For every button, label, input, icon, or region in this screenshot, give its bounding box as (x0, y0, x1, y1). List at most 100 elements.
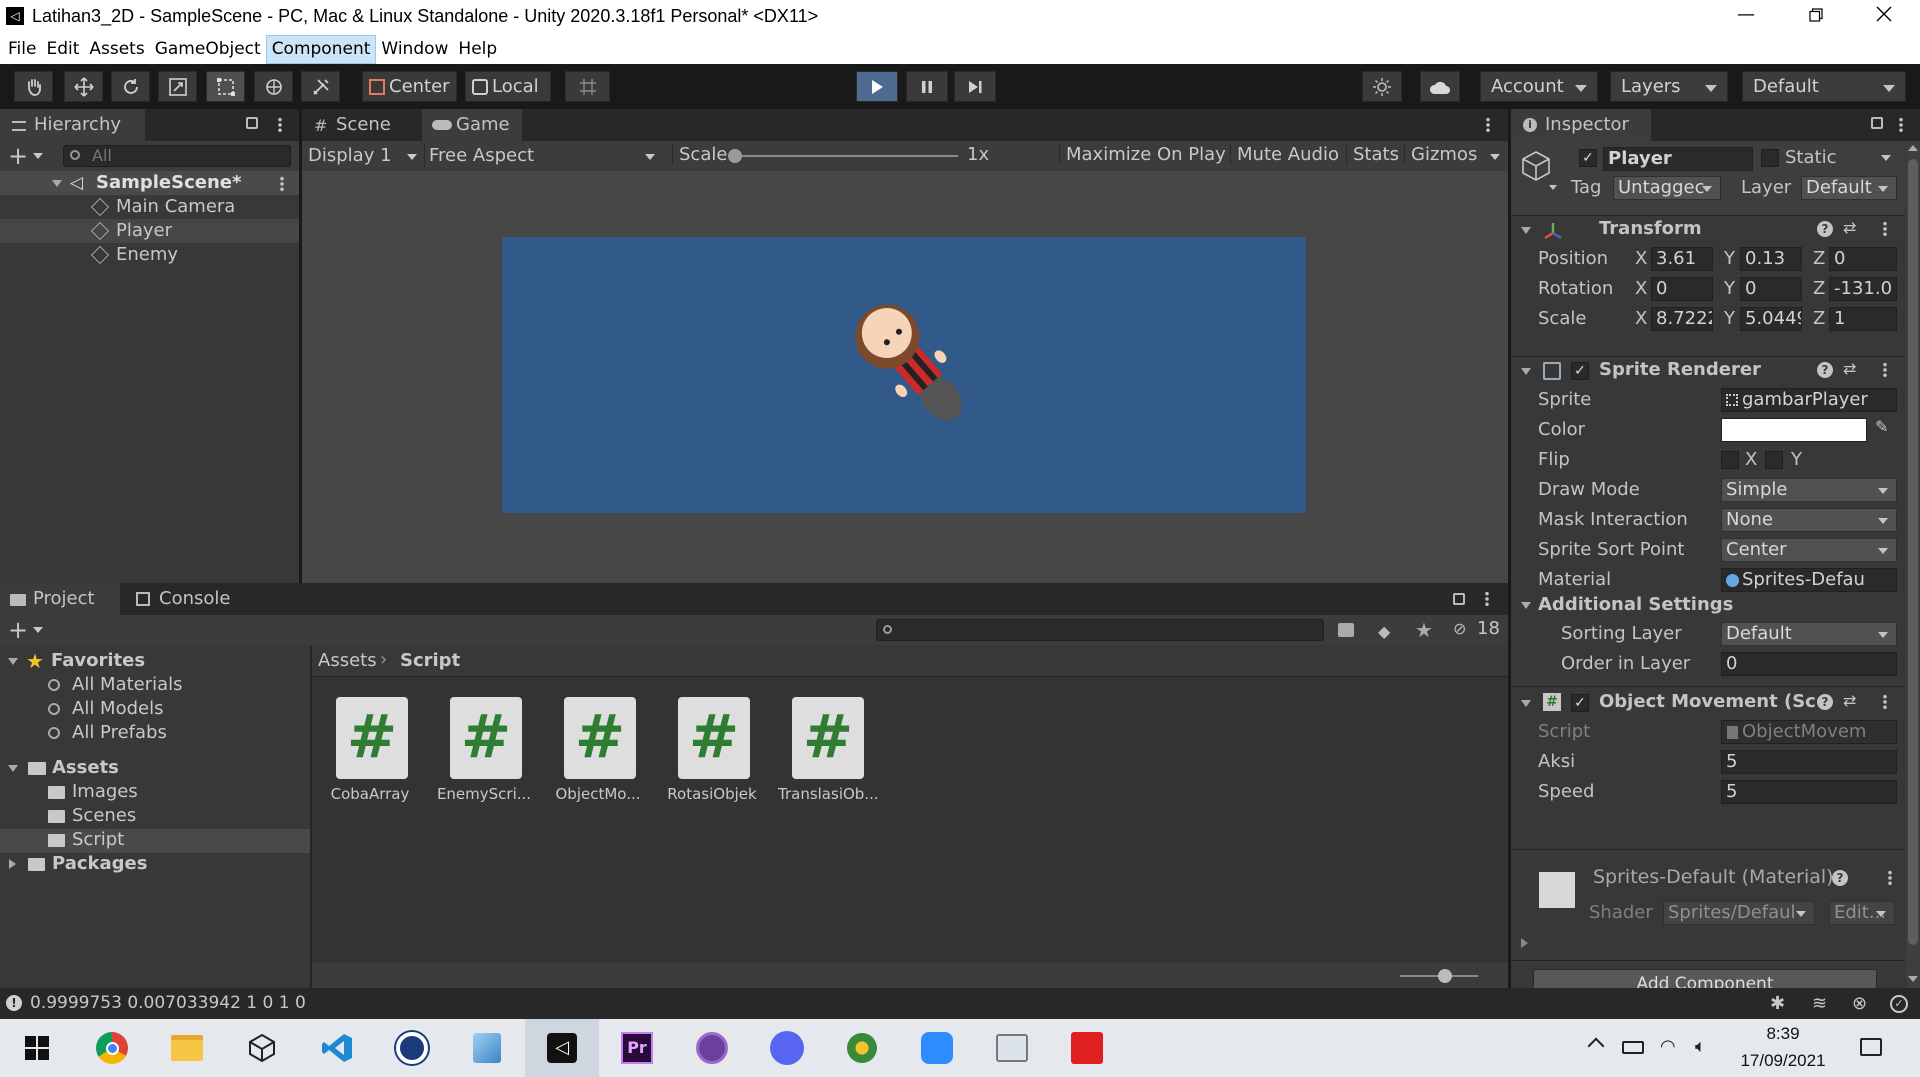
add-icon[interactable]: + (8, 142, 28, 170)
scroll-down-icon[interactable] (1908, 976, 1918, 982)
expand-arrow-icon[interactable] (9, 859, 16, 869)
menu-file[interactable]: File (3, 35, 41, 64)
rotation-y-field[interactable]: 0 (1740, 277, 1802, 301)
list-item[interactable]: Scenes (0, 805, 310, 829)
pivot-mode-button[interactable]: Center (362, 71, 457, 102)
scene-root-row[interactable]: ◁ SampleScene* (0, 171, 299, 195)
taskbar-premiere[interactable]: Pr (600, 1019, 674, 1077)
sprite-field[interactable]: gambarPlayer (1721, 388, 1897, 412)
menu-edit[interactable]: Edit (41, 35, 84, 64)
scale-x-field[interactable]: 8.7222 (1651, 307, 1713, 331)
lock-icon[interactable] (1871, 117, 1883, 129)
taskbar-unity-hub[interactable] (225, 1019, 299, 1077)
taskbar-acrobat[interactable] (1050, 1019, 1124, 1077)
rotation-z-field[interactable]: -131.0 (1829, 277, 1897, 301)
play-button[interactable] (856, 71, 898, 102)
menu-component[interactable]: Component (265, 35, 377, 64)
flip-y-checkbox[interactable] (1765, 451, 1783, 469)
asset-tile[interactable]: # RotasiObjek (664, 685, 760, 803)
breadcrumb-assets[interactable]: Assets (318, 650, 377, 671)
enabled-checkbox[interactable]: ✓ (1571, 694, 1589, 712)
aspect-dropdown[interactable]: Free Aspect (424, 144, 662, 168)
preset-icon[interactable]: ⇄ (1843, 691, 1856, 710)
mask-interaction-dropdown[interactable]: None (1721, 508, 1897, 532)
list-item[interactable]: Main Camera (0, 195, 299, 219)
battery-icon[interactable] (1622, 1041, 1644, 1054)
foldout-arrow-icon[interactable] (1521, 700, 1531, 707)
favorites-row[interactable]: ★ Favorites (0, 649, 310, 674)
static-chevron-down-icon[interactable] (1881, 155, 1891, 161)
tab-project[interactable]: Project (0, 583, 120, 615)
taskbar-app-11[interactable] (975, 1019, 1049, 1077)
material-field[interactable]: Sprites-Defau (1721, 568, 1897, 592)
scale-slider[interactable] (728, 149, 958, 163)
tag-dropdown[interactable]: Untaggec (1613, 176, 1721, 200)
speed-field[interactable]: 5 (1721, 780, 1897, 804)
list-item[interactable]: Player (0, 219, 299, 243)
additional-settings-header[interactable]: Additional Settings (1538, 594, 1733, 615)
component-menu-icon[interactable] (1883, 362, 1887, 378)
expand-arrow-icon[interactable] (1521, 938, 1528, 948)
slider-thumb[interactable] (1438, 969, 1452, 983)
icon-size-slider[interactable] (1400, 969, 1478, 983)
network-off-icon[interactable]: ⊗ (1852, 993, 1867, 1014)
preset-icon[interactable]: ⇄ (1843, 218, 1856, 237)
material-menu-icon[interactable] (1888, 870, 1892, 886)
taskbar-vscode[interactable] (300, 1019, 374, 1077)
move-tool-button[interactable] (64, 71, 103, 102)
edit-shader-button[interactable]: Edit... (1829, 901, 1895, 925)
breadcrumb-script[interactable]: Script (400, 650, 460, 671)
star-icon[interactable]: ★ (1415, 618, 1433, 642)
tag-icon[interactable]: ◆ (1378, 622, 1390, 641)
help-icon[interactable]: ? (1817, 362, 1833, 378)
packages-row[interactable]: Packages (0, 853, 310, 877)
transform-tool-button[interactable] (254, 71, 293, 102)
clock-time[interactable]: 8:39 (1738, 1024, 1828, 1044)
hierarchy-search-input[interactable]: All (63, 145, 291, 167)
layers-dropdown[interactable]: Layers (1610, 71, 1728, 102)
preset-icon[interactable]: ⇄ (1843, 359, 1856, 378)
object-name-input[interactable]: Player (1603, 147, 1753, 171)
menu-gameobject[interactable]: GameObject (150, 35, 266, 64)
asset-tile[interactable]: # TranslasiOb... (778, 685, 879, 803)
help-icon[interactable]: ? (1817, 694, 1833, 710)
position-z-field[interactable]: 0 (1829, 247, 1897, 271)
icon-chevron-down-icon[interactable] (1549, 185, 1557, 190)
close-window-button[interactable] (1866, 0, 1902, 35)
list-item[interactable]: Enemy (0, 243, 299, 267)
project-menu-icon[interactable] (1485, 591, 1489, 607)
lock-icon[interactable] (1453, 593, 1465, 605)
game-viewport[interactable] (302, 171, 1508, 583)
help-icon[interactable]: ? (1817, 221, 1833, 237)
taskbar-zoom[interactable] (900, 1019, 974, 1077)
position-x-field[interactable]: 3.61 (1651, 247, 1713, 271)
flip-x-checkbox[interactable] (1721, 451, 1739, 469)
wifi-icon[interactable]: ◠ (1660, 1036, 1676, 1057)
scale-tool-button[interactable] (158, 71, 197, 102)
add-chevron-down-icon[interactable] (33, 627, 43, 633)
tab-inspector[interactable]: i Inspector (1511, 109, 1651, 141)
display-dropdown[interactable]: Display 1 (308, 144, 420, 168)
hierarchy-menu-icon[interactable] (278, 117, 282, 133)
color-swatch[interactable] (1721, 418, 1867, 442)
asset-tile[interactable]: # ObjectMo... (550, 685, 646, 803)
enabled-checkbox[interactable]: ✓ (1571, 362, 1589, 380)
stats-toggle[interactable]: Stats (1346, 144, 1399, 165)
step-button[interactable] (954, 71, 996, 102)
taskbar-file-explorer[interactable] (150, 1019, 224, 1077)
gizmos-chevron-down-icon[interactable] (1490, 154, 1500, 160)
add-icon[interactable]: + (8, 616, 28, 644)
foldout-arrow-icon[interactable] (1521, 227, 1531, 234)
foldout-arrow-icon[interactable] (1521, 602, 1531, 609)
add-component-button[interactable]: Add Component (1533, 969, 1877, 988)
active-checkbox[interactable]: ✓ (1579, 149, 1597, 167)
lock-icon[interactable] (246, 117, 258, 129)
taskbar-app-9[interactable] (825, 1019, 899, 1077)
gizmos-toggle[interactable]: Gizmos (1404, 144, 1477, 165)
foldout-arrow-icon[interactable] (1521, 368, 1531, 375)
asset-tile[interactable]: # CobaArray (322, 685, 418, 803)
menu-window[interactable]: Window (376, 35, 453, 64)
help-icon[interactable]: ? (1832, 870, 1848, 886)
taskbar-chrome[interactable] (75, 1019, 149, 1077)
scroll-up-icon[interactable] (1908, 145, 1918, 151)
